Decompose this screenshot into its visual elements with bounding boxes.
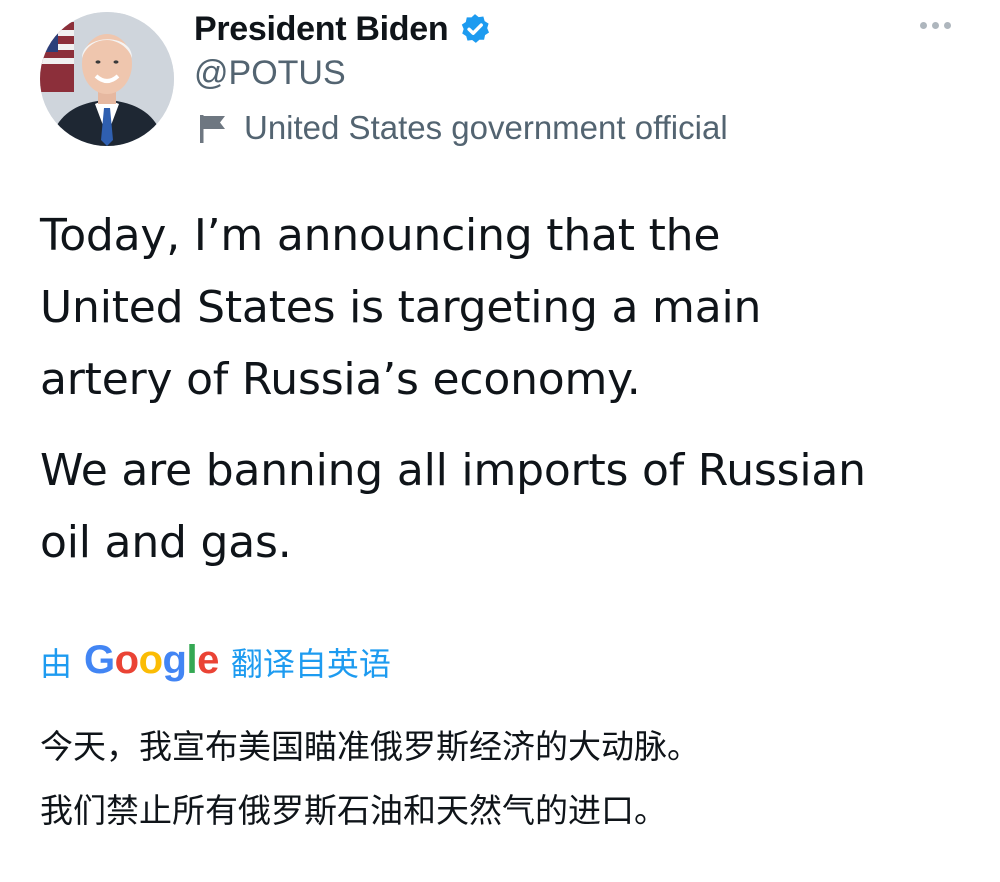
translation-attribution-link[interactable]: 由 Google 翻译自英语 [40, 634, 391, 690]
translation-suffix: 翻译自英语 [230, 645, 391, 683]
tweet-line: United States is targeting a main [40, 282, 762, 333]
more-options-button[interactable] [912, 10, 958, 40]
translation-line: 今天，我宣布美国瞄准俄罗斯经济的大动脉。 [40, 727, 700, 766]
translation-line: 我们禁止所有俄罗斯石油和天然气的进口。 [40, 791, 667, 830]
account-label[interactable]: United States government official [198, 106, 728, 150]
profile-photo [40, 12, 174, 146]
tweet-line: Today, I’m announcing that the [40, 210, 721, 261]
more-options-dot [943, 21, 951, 29]
author-handle[interactable]: @POTUS [194, 52, 346, 94]
verified-badge-icon [458, 12, 492, 46]
tweet-paragraph-1: Today, I’m announcing that the United St… [40, 200, 970, 416]
more-options-icon [919, 21, 927, 29]
google-logo-letter: o [114, 637, 139, 682]
google-logo-letter: l [186, 637, 198, 682]
google-logo-letter: G [84, 637, 115, 682]
more-options-dot [931, 21, 939, 29]
tweet-line: oil and gas. [40, 517, 292, 568]
author-name-row[interactable]: President Biden [194, 6, 492, 52]
translation-prefix: 由 [40, 645, 73, 683]
google-logo: Google [84, 638, 219, 683]
tweet-paragraph-2: We are banning all imports of Russian oi… [40, 435, 970, 579]
tweet-line: artery of Russia’s economy. [40, 354, 641, 405]
flag-icon [198, 112, 228, 144]
account-label-text: United States government official [244, 109, 728, 146]
google-logo-letter: o [138, 637, 163, 682]
tweet-line: We are banning all imports of Russian [40, 445, 866, 496]
google-logo-letter: g [162, 637, 187, 682]
avatar[interactable] [40, 12, 174, 146]
author-display-name[interactable]: President Biden [194, 10, 449, 49]
google-logo-letter: e [197, 637, 219, 682]
